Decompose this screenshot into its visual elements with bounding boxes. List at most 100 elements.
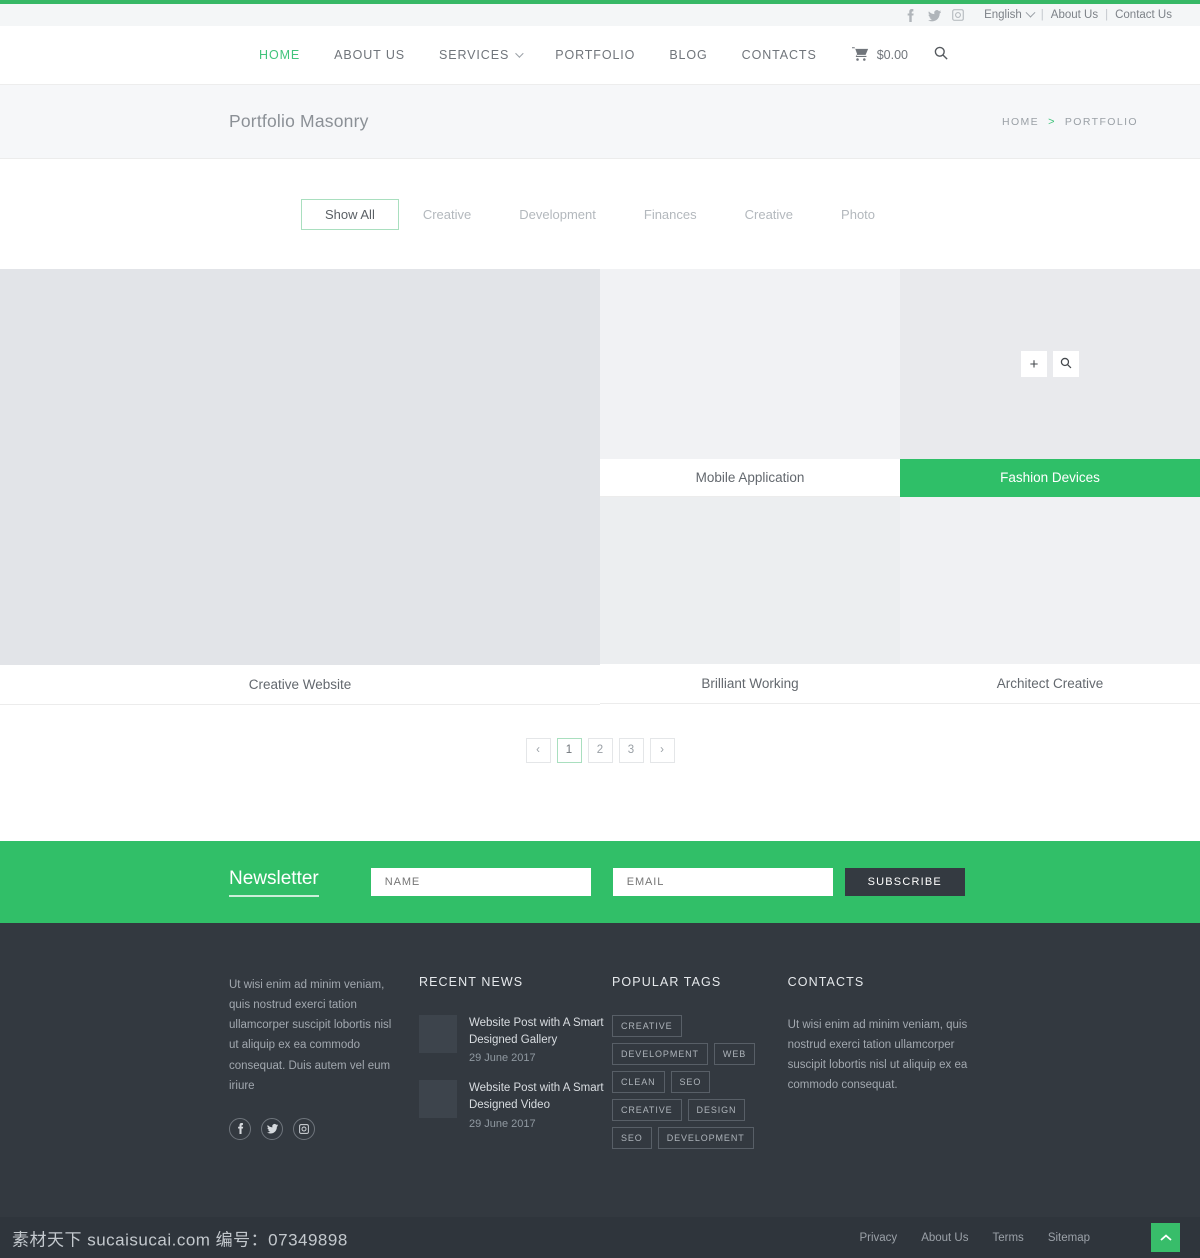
portfolio-add-button[interactable]: + <box>1021 351 1047 377</box>
tag-clean[interactable]: CLEAN <box>612 1071 665 1093</box>
tag-creative-1[interactable]: CREATIVE <box>612 1015 682 1037</box>
portfolio-column-left: Creative Website <box>0 269 600 705</box>
scroll-to-top-button[interactable] <box>1151 1223 1180 1252</box>
instagram-icon[interactable] <box>946 5 970 25</box>
portfolio-column-right: + Fashion Devices Architect Creative <box>900 269 1200 705</box>
magnifier-icon <box>1060 357 1072 372</box>
tag-seo-1[interactable]: SEO <box>670 1071 711 1093</box>
footer-bottom-links: Privacy About Us Terms Sitemap <box>859 1232 1090 1244</box>
recent-news-item[interactable]: Website Post with A Smart Designed Galle… <box>418 1015 612 1064</box>
news-thumbnail <box>418 1015 457 1053</box>
twitter-icon[interactable] <box>261 1117 283 1140</box>
footer-link-about-us[interactable]: About Us <box>921 1232 968 1244</box>
chevron-right-icon: > <box>1048 115 1056 128</box>
content-spacer <box>0 795 1200 841</box>
tag-web[interactable]: WEB <box>713 1043 756 1065</box>
portfolio-filter-bar: Show All Creative Development Finances C… <box>0 159 1200 269</box>
filter-creative-1[interactable]: Creative <box>399 199 495 230</box>
portfolio-thumbnail[interactable] <box>600 497 900 664</box>
pagination-prev[interactable]: ‹ <box>525 737 551 763</box>
portfolio-caption: Brilliant Working <box>600 664 900 704</box>
chevron-up-icon <box>1159 1230 1172 1245</box>
breadcrumb-current: PORTFOLIO <box>1064 115 1138 128</box>
tag-development-1[interactable]: DEVELOPMENT <box>612 1043 708 1065</box>
filter-show-all[interactable]: Show All <box>300 198 399 230</box>
filter-photo[interactable]: Photo <box>817 199 899 230</box>
tag-creative-2[interactable]: CREATIVE <box>612 1099 682 1121</box>
newsletter-subscribe-button[interactable]: SUBSCRIBE <box>844 868 965 896</box>
language-selector[interactable]: English <box>984 7 1036 21</box>
watermark: 素材天下 sucaisucai.com 编号：07349898 <box>12 1230 348 1249</box>
tag-development-2[interactable]: DEVELOPMENT <box>657 1127 754 1149</box>
pagination-next[interactable]: › <box>649 737 675 763</box>
nav-item-blog[interactable]: BLOG <box>652 48 724 62</box>
cart-button[interactable]: $0.00 <box>834 46 920 64</box>
news-title: Website Post with A Smart Designed Video <box>468 1082 604 1112</box>
pagination-page-1[interactable]: 1 <box>556 737 582 763</box>
breadcrumb-home[interactable]: HOME <box>1002 116 1039 128</box>
breadcrumb: HOME > PORTFOLIO <box>1002 116 1172 128</box>
footer-link-privacy[interactable]: Privacy <box>859 1232 897 1244</box>
filter-creative-2[interactable]: Creative <box>721 199 817 230</box>
main-navigation: HOME ABOUT US SERVICES PORTFOLIO BLOG CO… <box>242 46 958 65</box>
topbar-link-about-us[interactable]: About Us <box>1051 9 1098 21</box>
cart-icon <box>851 46 869 64</box>
utility-topbar: English | About Us | Contact Us <box>0 4 1200 26</box>
footer-column-popular-tags: POPULAR TAGS CREATIVE DEVELOPMENT WEB CL… <box>612 975 788 1149</box>
footer-about-text: Ut wisi enim ad minim veniam, quis nostr… <box>229 979 392 1092</box>
footer-link-sitemap[interactable]: Sitemap <box>1048 1232 1090 1244</box>
portfolio-item-creative-website[interactable]: Creative Website <box>0 269 600 705</box>
portfolio-thumbnail[interactable] <box>0 269 600 665</box>
filter-finances[interactable]: Finances <box>620 199 721 230</box>
footer-link-terms[interactable]: Terms <box>993 1232 1024 1244</box>
footer-columns: Ut wisi enim ad minim veniam, quis nostr… <box>0 975 1200 1149</box>
nav-item-services-label: SERVICES <box>439 48 510 62</box>
portfolio-grid: Creative Website Mobile Application Bril… <box>0 269 1200 705</box>
portfolio-item-architect-creative[interactable]: Architect Creative <box>900 497 1200 704</box>
portfolio-item-brilliant-working[interactable]: Brilliant Working <box>600 497 900 704</box>
page-title: Portfolio Masonry <box>229 111 369 131</box>
search-button[interactable] <box>920 46 958 65</box>
facebook-icon[interactable] <box>898 5 922 25</box>
portfolio-thumbnail[interactable] <box>900 497 1200 664</box>
topbar-separator-2: | <box>1105 9 1109 21</box>
topbar-link-contact-us[interactable]: Contact Us <box>1115 9 1172 21</box>
chevron-down-icon <box>1025 7 1036 18</box>
footer-heading-contacts: CONTACTS <box>787 975 865 989</box>
pagination-page-2[interactable]: 2 <box>587 737 613 763</box>
filter-development[interactable]: Development <box>495 199 620 230</box>
chevron-down-icon <box>515 49 524 58</box>
footer-column-about: Ut wisi enim ad minim veniam, quis nostr… <box>229 975 419 1149</box>
tag-seo-2[interactable]: SEO <box>612 1127 652 1149</box>
topbar-separator-1: | <box>1040 9 1044 21</box>
instagram-icon[interactable] <box>293 1117 315 1140</box>
page-header-bar: Portfolio Masonry HOME > PORTFOLIO <box>0 85 1200 159</box>
footer-social-links <box>229 1117 395 1140</box>
newsletter-name-input[interactable] <box>370 868 591 896</box>
portfolio-thumbnail[interactable]: + <box>900 269 1200 459</box>
newsletter-email-input[interactable] <box>612 868 833 896</box>
nav-item-home[interactable]: HOME <box>242 48 317 62</box>
nav-item-portfolio-label: PORTFOLIO <box>555 48 636 62</box>
portfolio-caption: Fashion Devices <box>900 459 1200 497</box>
portfolio-item-fashion-devices[interactable]: + Fashion Devices <box>900 269 1200 497</box>
footer-heading-recent-news: RECENT NEWS <box>418 975 524 989</box>
recent-news-item[interactable]: Website Post with A Smart Designed Video… <box>418 1080 612 1130</box>
news-title: Website Post with A Smart Designed Galle… <box>468 1017 604 1046</box>
tag-design[interactable]: DESIGN <box>687 1099 746 1121</box>
nav-item-contacts[interactable]: CONTACTS <box>725 48 834 62</box>
nav-item-portfolio[interactable]: PORTFOLIO <box>538 48 652 62</box>
nav-item-about-us[interactable]: ABOUT US <box>317 48 422 62</box>
footer-contacts-text: Ut wisi enim ad minim veniam, quis nostr… <box>787 1019 968 1092</box>
facebook-icon[interactable] <box>229 1117 251 1140</box>
language-label: English <box>984 9 1022 21</box>
twitter-icon[interactable] <box>922 5 946 25</box>
portfolio-item-mobile-application[interactable]: Mobile Application <box>600 269 900 497</box>
portfolio-zoom-button[interactable] <box>1053 351 1079 377</box>
nav-item-services[interactable]: SERVICES <box>422 48 538 62</box>
pagination-page-3[interactable]: 3 <box>618 737 644 763</box>
main-navigation-bar: HOME ABOUT US SERVICES PORTFOLIO BLOG CO… <box>0 26 1200 85</box>
footer-spacer <box>0 1149 1200 1217</box>
portfolio-thumbnail[interactable] <box>600 269 900 459</box>
news-date: 29 June 2017 <box>468 1117 536 1130</box>
